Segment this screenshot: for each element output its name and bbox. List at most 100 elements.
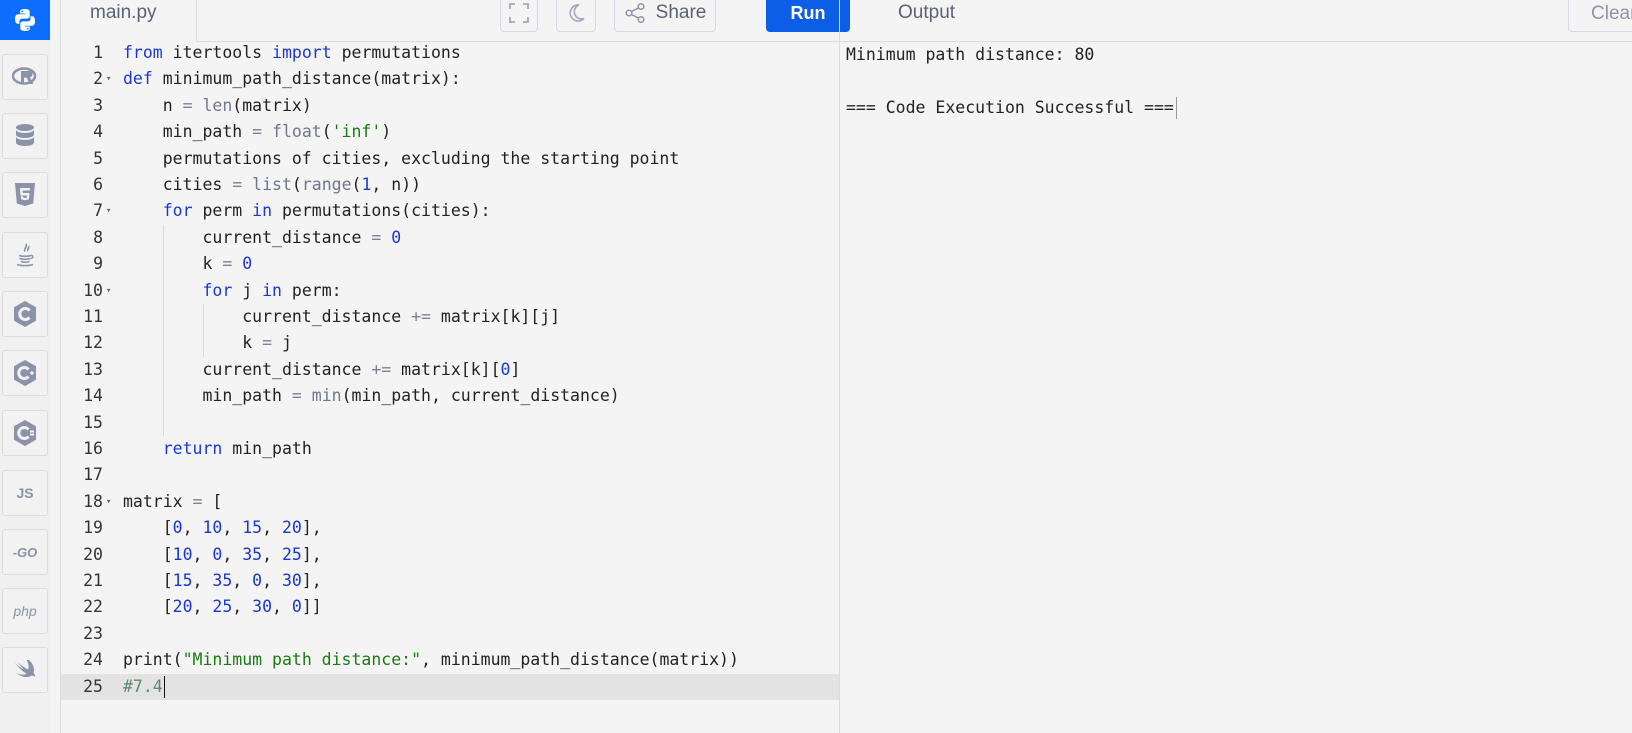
top-bar: main.py Share Run Output Clear — [61, 0, 1632, 42]
code-line[interactable]: 22 [20, 25, 30, 0]] — [61, 594, 839, 620]
r-icon[interactable] — [2, 54, 48, 100]
indent-guide — [163, 409, 165, 436]
output-console: Minimum path distance: 80 === Code Execut… — [846, 42, 1626, 732]
go-label-text: GO — [17, 544, 38, 560]
code-text: cities = list(range(1, n)) — [123, 175, 422, 194]
csharp-icon[interactable] — [2, 410, 48, 456]
code-text: k = 0 — [123, 254, 253, 274]
code-line[interactable]: 6 cities = list(range(1, n)) — [61, 172, 839, 198]
run-label: Run — [790, 2, 826, 23]
code-text: [0, 10, 15, 20], — [123, 518, 322, 538]
line-number: 22 — [83, 597, 103, 617]
swift-icon[interactable] — [2, 647, 48, 693]
share-button[interactable]: Share — [614, 0, 716, 32]
code-text: min_path = float('inf') — [123, 122, 392, 142]
code-text: [10, 0, 35, 25], — [123, 544, 322, 564]
fold-arrow-icon[interactable]: ▾ — [106, 489, 111, 515]
go-label: -GO — [12, 544, 38, 560]
js-icon[interactable]: JS — [2, 470, 48, 516]
code-line[interactable]: 3 n = len(matrix) — [61, 93, 839, 119]
code-line[interactable]: 19 [0, 10, 15, 20], — [61, 515, 839, 541]
line-number: 17 — [83, 465, 103, 485]
code-editor[interactable]: 1 from itertools import permutations 2 ▾ def… — [61, 42, 839, 733]
cpp-icon[interactable] — [2, 350, 48, 396]
line-number: 6 — [93, 175, 103, 194]
code-line[interactable]: 25 #7.4 — [61, 673, 839, 700]
c-icon[interactable] — [2, 291, 48, 337]
code-text: for j in perm: — [202, 280, 342, 300]
code-text: [20, 25, 30, 0]] — [123, 597, 322, 617]
output-line: === Code Execution Successful === — [846, 95, 1626, 121]
line-number: 12 — [83, 333, 103, 353]
code-text: #7.4 — [123, 674, 166, 700]
go-icon[interactable]: -GO — [2, 529, 48, 575]
code-text: def minimum_path_distance(matrix): — [123, 69, 461, 89]
code-line[interactable]: 12 k = j — [61, 330, 839, 357]
line-number: 19 — [83, 518, 103, 538]
code-line[interactable]: 2 ▾ def minimum_path_distance(matrix): — [61, 66, 839, 92]
run-button[interactable]: Run — [766, 0, 850, 32]
line-number: 13 — [83, 359, 103, 379]
fullscreen-button[interactable] — [500, 0, 538, 32]
html5-icon[interactable] — [2, 172, 48, 218]
code-line[interactable]: 14 min_path = min(min_path, current_dist… — [61, 383, 839, 410]
code-line[interactable]: 20 [10, 0, 35, 25], — [61, 542, 839, 568]
line-number: 16 — [83, 439, 103, 458]
code-text: matrix = [ — [123, 491, 223, 511]
code-line[interactable]: 15 — [61, 409, 839, 436]
code-text: current_distance += matrix[k][0] — [123, 359, 521, 379]
line-number: 10 — [83, 280, 103, 300]
code-line[interactable]: 13 current_distance += matrix[k][0] — [61, 356, 839, 384]
code-text: current_distance = 0 — [123, 227, 402, 247]
code-line[interactable]: 24 print("Minimum path distance:", minimu… — [61, 647, 839, 673]
pane-separator[interactable] — [839, 0, 840, 733]
line-number: 1 — [93, 43, 103, 62]
code-text: permutations of cities, excluding the st… — [123, 148, 680, 168]
line-number: 2 — [93, 69, 103, 89]
php-icon[interactable]: php — [2, 588, 48, 634]
code-text: current_distance += matrix[k][j] — [123, 307, 561, 326]
code-line[interactable]: 1 from itertools import permutations — [61, 42, 839, 66]
file-tab[interactable]: main.py — [61, 0, 197, 42]
code-line[interactable]: 10 ▾ for j in perm: — [61, 277, 839, 304]
database-icon[interactable] — [2, 113, 48, 159]
fold-arrow-icon[interactable]: ▾ — [106, 198, 111, 224]
output-title: Output — [898, 2, 956, 23]
code-text: print("Minimum path distance:", minimum_… — [123, 650, 739, 670]
code-text: [15, 35, 0, 30], — [123, 571, 322, 590]
js-label: JS — [16, 485, 34, 501]
fold-arrow-icon[interactable]: ▾ — [106, 66, 111, 92]
code-line[interactable]: 9 k = 0 — [61, 251, 839, 278]
output-line: Minimum path distance: 80 — [846, 45, 1095, 64]
code-text: k = j — [123, 333, 292, 353]
line-number: 4 — [93, 122, 103, 142]
code-text: n = len(matrix) — [123, 95, 312, 115]
line-number: 5 — [93, 148, 103, 168]
code-text: min_path = min(min_path, current_distanc… — [123, 386, 620, 406]
code-line[interactable]: 21 [15, 35, 0, 30], — [61, 568, 839, 594]
code-line[interactable]: 16 return min_path — [61, 436, 839, 462]
code-line[interactable]: 4 min_path = float('inf') — [61, 119, 839, 145]
java-icon[interactable] — [2, 232, 48, 278]
fold-arrow-icon[interactable]: ▾ — [106, 278, 111, 304]
file-tab-label: main.py — [90, 2, 157, 23]
share-icon — [625, 2, 645, 24]
python-icon[interactable] — [0, 0, 50, 40]
code-line[interactable]: 18 ▾ matrix = [ — [61, 489, 839, 515]
theme-toggle-button[interactable] — [556, 0, 596, 32]
output-cursor — [1175, 97, 1177, 120]
code-line[interactable]: 8 current_distance = 0 — [61, 224, 839, 252]
code-line[interactable]: 11 current_distance += matrix[k][j] — [61, 304, 839, 331]
code-line[interactable]: 7 ▾ for perm in permutations(cities): — [61, 198, 839, 224]
line-number: 24 — [83, 650, 103, 670]
code-line[interactable]: 5 permutations of cities, excluding the … — [61, 146, 839, 172]
code-line[interactable]: 23 — [61, 621, 839, 647]
line-number: 21 — [83, 571, 103, 590]
code-line[interactable]: 17 — [61, 462, 839, 488]
code-text: for perm in permutations(cities): — [162, 201, 491, 221]
line-number: 9 — [93, 254, 103, 274]
clear-label: Clear — [1591, 3, 1632, 24]
share-label: Share — [655, 2, 707, 23]
clear-button[interactable]: Clear — [1568, 0, 1632, 32]
line-number: 11 — [83, 307, 103, 326]
